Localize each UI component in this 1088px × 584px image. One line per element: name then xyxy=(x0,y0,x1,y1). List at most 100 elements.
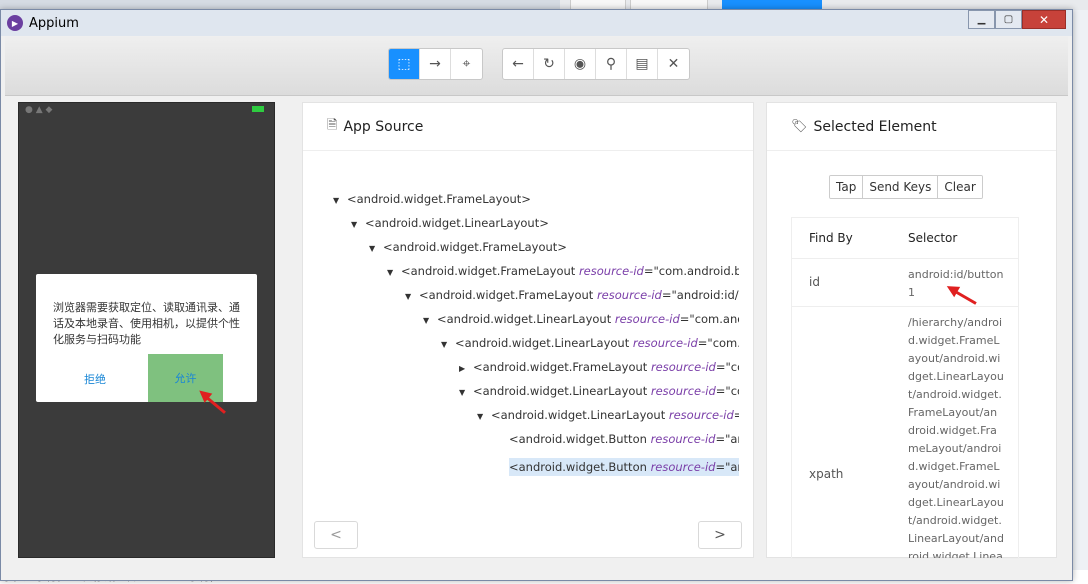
tree-node[interactable]: ▼ <android.widget.FrameLayout resource-id… xyxy=(405,286,739,304)
selected-element-panel: 🏷 Selected Element Tap Send Keys Clear F… xyxy=(766,102,1057,559)
caret-down-icon[interactable]: ▼ xyxy=(441,336,455,354)
caret-down-icon[interactable]: ▼ xyxy=(387,264,401,282)
tree-node[interactable]: ▼ <android.widget.LinearLayout resource-i… xyxy=(459,382,739,400)
tree-node[interactable]: <android.widget.Button resource-id="andr xyxy=(509,458,739,476)
next-page-button[interactable]: > xyxy=(698,521,742,549)
node-tag: <android.widget.LinearLayout xyxy=(437,312,615,326)
node-attr-name: resource-id xyxy=(650,384,716,398)
node-attr-value: ="android:id/cont xyxy=(661,288,739,302)
search-icon: ⚲ xyxy=(605,56,617,72)
permission-dialog: 浏览器需要获取定位、读取通讯录、通话及本地录音、使用相机，以提供个性化服务与扫码… xyxy=(36,274,257,414)
battery-icon xyxy=(252,106,264,112)
tree-node[interactable]: ▼ <android.widget.LinearLayout resource-i… xyxy=(423,310,739,328)
tree-node[interactable]: ▼ <android.widget.LinearLayout> xyxy=(351,214,549,232)
toggle-visibility-icon: ◉ xyxy=(573,56,587,72)
node-tag: <android.widget.FrameLayout> xyxy=(383,240,567,254)
select-elements-icon: ⬚ xyxy=(397,56,411,72)
caret-down-icon[interactable]: ▼ xyxy=(405,288,419,306)
node-attr-value: ="com.android.brows xyxy=(643,264,739,278)
node-attr-name: resource-id xyxy=(614,312,680,326)
minimize-button[interactable]: ▁ xyxy=(968,10,995,29)
caret-right-icon[interactable]: ▶ xyxy=(459,360,473,378)
deny-button[interactable]: 拒绝 xyxy=(84,371,106,387)
find-by-header: Find By xyxy=(809,231,853,245)
status-icons-left: ● ▲ ◆ xyxy=(25,105,53,115)
node-attr-name: resource-id xyxy=(668,408,734,422)
node-tag: <android.widget.LinearLayout xyxy=(455,336,633,350)
maximize-button[interactable]: ▢ xyxy=(995,10,1022,29)
appium-window: ▶ Appium ▁ ▢ ✕ ⬚ → ⌖ ← ↻ ◉ ⚲ ▤ ✕ ● ▲ ◆ 浏览器需要获取定… xyxy=(0,9,1073,581)
file-icon: 🗎 xyxy=(327,117,338,133)
clear-button[interactable]: Clear xyxy=(938,176,982,198)
appium-logo-icon: ▶ xyxy=(7,15,23,31)
prev-page-button[interactable]: < xyxy=(314,521,358,549)
node-tag: <android.widget.LinearLayout xyxy=(473,384,651,398)
inspector-toolbar: ⬚ → ⌖ ← ↻ ◉ ⚲ ▤ ✕ xyxy=(5,36,1068,96)
node-tag: <android.widget.Button xyxy=(509,432,651,446)
selector-table: Find By Selector id android:id/button1 x… xyxy=(791,217,1019,559)
node-attr-name: resource-id xyxy=(650,460,716,474)
caret-down-icon[interactable]: ▼ xyxy=(369,240,383,258)
node-attr-name: resource-id xyxy=(650,360,716,374)
node-attr-value: ="com.androic xyxy=(679,312,739,326)
selected-element-header: 🏷 Selected Element xyxy=(767,103,1056,151)
quit-button[interactable]: ✕ xyxy=(658,49,689,79)
close-button[interactable]: ✕ xyxy=(1022,10,1066,29)
caret-down-icon[interactable]: ▼ xyxy=(333,192,347,210)
node-attr-name: resource-id xyxy=(632,336,698,350)
refresh-icon: ↻ xyxy=(543,56,555,72)
node-attr-value: ="com.and xyxy=(697,336,739,350)
toggle-visibility-button[interactable]: ◉ xyxy=(565,49,596,79)
node-attr-value: ="com.a xyxy=(715,384,739,398)
tree-node[interactable]: ▼ <android.widget.LinearLayout resource-i… xyxy=(441,334,739,352)
node-tag: <android.widget.LinearLayout> xyxy=(365,216,549,230)
caret-down-icon[interactable]: ▼ xyxy=(423,312,437,330)
status-icons-right xyxy=(252,105,268,115)
node-tag: <android.widget.FrameLayout xyxy=(473,360,651,374)
caret-down-icon[interactable]: ▼ xyxy=(459,384,473,402)
mode-button-group: ⬚ → ⌖ xyxy=(388,48,483,80)
select-elements-button[interactable]: ⬚ xyxy=(389,49,420,79)
search-button[interactable]: ⚲ xyxy=(596,49,627,79)
source-tree: ▼ <android.widget.FrameLayout> ▼ <android.w… xyxy=(303,151,739,481)
selector-cell[interactable]: /hierarchy/android.widget.FrameLayout/an… xyxy=(908,314,1004,558)
send-keys-button[interactable]: Send Keys xyxy=(863,176,939,198)
device-screenshot[interactable]: ● ▲ ◆ 浏览器需要获取定位、读取通讯录、通话及本地录音、使用相机，以提供个性… xyxy=(18,102,275,558)
swipe-button[interactable]: → xyxy=(420,49,451,79)
element-actions: Tap Send Keys Clear xyxy=(829,175,983,199)
tree-node[interactable]: ▼ <android.widget.FrameLayout resource-id… xyxy=(387,262,739,280)
action-button-group: ← ↻ ◉ ⚲ ▤ ✕ xyxy=(502,48,690,80)
node-tag: <android.widget.FrameLayout xyxy=(419,288,597,302)
window-title: Appium xyxy=(29,15,79,31)
window-controls: ▁ ▢ ✕ xyxy=(968,10,1066,29)
app-source-header: 🗎 App Source xyxy=(303,103,753,151)
tap-by-coordinates-icon: ⌖ xyxy=(462,56,471,72)
copy-xml-button[interactable]: ▤ xyxy=(627,49,658,79)
tap-by-coordinates-button[interactable]: ⌖ xyxy=(451,49,482,79)
table-row: id android:id/button1 xyxy=(792,258,1018,306)
tree-node[interactable]: ▼ <android.widget.FrameLayout> xyxy=(333,190,531,208)
refresh-button[interactable]: ↻ xyxy=(534,49,565,79)
back-button[interactable]: ← xyxy=(503,49,534,79)
node-attr-name: resource-id xyxy=(650,432,716,446)
caret-down-icon[interactable]: ▼ xyxy=(477,408,491,426)
copy-xml-icon: ▤ xyxy=(635,56,649,72)
node-attr-name: resource-id xyxy=(578,264,644,278)
tree-node[interactable]: <android.widget.Button resource-id="andr xyxy=(509,430,739,448)
allow-button[interactable]: 允许 xyxy=(148,354,223,402)
tree-node[interactable]: ▼ <android.widget.LinearLayout resource-i… xyxy=(477,406,739,424)
app-source-panel: 🗎 App Source ▼ <android.widget.FrameLayou… xyxy=(302,102,754,558)
table-row: xpath /hierarchy/android.widget.FrameLay… xyxy=(792,306,1018,558)
tag-icon: 🏷 xyxy=(791,119,808,134)
swipe-icon: → xyxy=(429,56,441,72)
node-attr-value: ="cc xyxy=(733,408,739,422)
tree-node[interactable]: ▼ <android.widget.FrameLayout> xyxy=(369,238,567,256)
tree-node[interactable]: ▶ <android.widget.FrameLayout resource-id… xyxy=(459,358,739,376)
caret-down-icon[interactable]: ▼ xyxy=(351,216,365,234)
tap-button[interactable]: Tap xyxy=(830,176,864,198)
node-attr-value: ="andr xyxy=(715,460,739,474)
find-by-cell: id xyxy=(809,275,820,289)
node-attr-value: ="com.a xyxy=(715,360,739,374)
find-by-cell: xpath xyxy=(809,467,844,481)
node-attr-value: ="andr xyxy=(715,432,739,446)
